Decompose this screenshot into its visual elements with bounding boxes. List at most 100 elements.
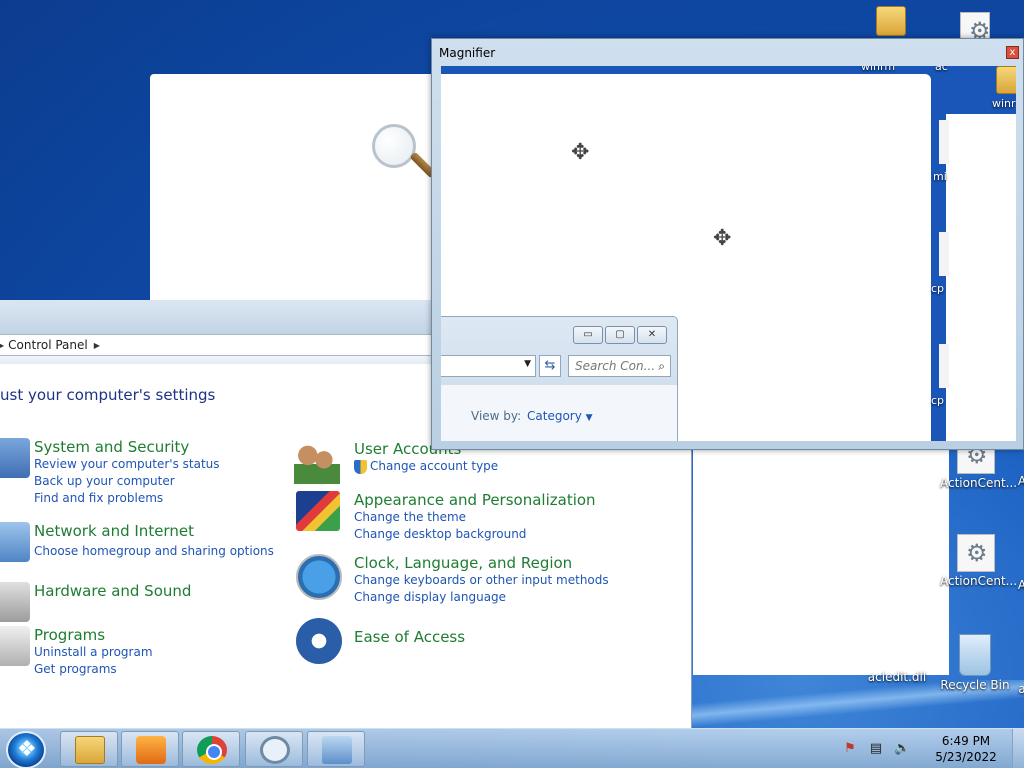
- desktop-icon-partial-a-2[interactable]: A: [1012, 578, 1024, 592]
- magnified-file-icon: [939, 120, 949, 164]
- magnifier-splash-window: [150, 74, 437, 302]
- magnifier-icon: [260, 736, 290, 764]
- link-desktop-background[interactable]: Change desktop background: [354, 526, 596, 543]
- desktop-icon-label: ActionCent...: [940, 574, 1018, 588]
- start-button[interactable]: [6, 731, 46, 768]
- shield-computer-icon[interactable]: [0, 438, 30, 478]
- view-by-label: View by:: [471, 409, 522, 423]
- link-backup[interactable]: Back up your computer: [34, 473, 220, 490]
- clock-time: 6:49 PM: [941, 734, 991, 748]
- category-appearance: Appearance and Personalization Change th…: [296, 491, 596, 543]
- breadcrumb-arrow-icon: ▶: [0, 340, 5, 350]
- magnifier-view[interactable]: winrm ac winr ✥ ✥ mi cp cp ▭ ▢ ✕ ▼ ⇆ Sea…: [441, 66, 1016, 441]
- taskbar-control-panel-button[interactable]: [307, 731, 365, 767]
- chevron-down-icon[interactable]: ▼: [524, 359, 531, 369]
- magnified-window-buttons: ▭ ▢ ✕: [573, 326, 667, 344]
- page-title: ust your computer's settings: [0, 386, 216, 404]
- network-icon[interactable]: ▤: [868, 741, 884, 757]
- desktop-icon-label: Recycle Bin: [940, 678, 1010, 692]
- link-homegroup[interactable]: Choose homegroup and sharing options: [34, 543, 274, 560]
- clock[interactable]: 6:49 PM 5/23/2022: [920, 733, 1012, 765]
- desktop-icon-label: ActionCent...: [940, 476, 1018, 490]
- link-uninstall[interactable]: Uninstall a program: [34, 644, 153, 661]
- category-title-network[interactable]: Network and Internet: [34, 522, 274, 540]
- taskbar-media-player-button[interactable]: [121, 731, 179, 767]
- desktop-icon-label: a: [1018, 682, 1024, 696]
- view-by-category-dropdown[interactable]: Category ▼: [527, 409, 593, 423]
- search-icon[interactable]: ⌕: [658, 359, 665, 374]
- link-change-account-type[interactable]: Change account type: [370, 458, 498, 475]
- printer-speaker-icon[interactable]: [0, 582, 30, 622]
- ease-of-access-icon[interactable]: [296, 618, 342, 664]
- breadcrumb-control-panel[interactable]: Control Panel: [8, 338, 88, 352]
- desktop-icon-actioncenter-2[interactable]: ActionCent...: [940, 534, 1017, 588]
- category-ease-of-access: Ease of Access: [296, 618, 465, 664]
- network-icon[interactable]: [0, 522, 30, 562]
- link-change-account-type-row[interactable]: Change account type: [354, 458, 498, 475]
- desktop-icon-label: A: [1017, 578, 1024, 592]
- move-cursor-icon: ✥: [571, 140, 590, 165]
- magnifier-title: Magnifier: [439, 46, 496, 60]
- category-system-security: System and Security Review your computer…: [0, 438, 220, 507]
- category-title-hardware[interactable]: Hardware and Sound: [34, 582, 191, 600]
- file-icon: [882, 638, 912, 668]
- desktop-icon-partial-a-3[interactable]: a: [1012, 682, 1024, 696]
- category-title-ease[interactable]: Ease of Access: [354, 628, 465, 646]
- mag-label-side: cp: [931, 394, 945, 407]
- recycle-bin-icon: [959, 634, 991, 676]
- desktop-icon-recycle-bin[interactable]: Recycle Bin: [939, 634, 1011, 692]
- volume-icon[interactable]: 🔈: [894, 741, 910, 757]
- desktop-icon-partial-a-1[interactable]: A: [1012, 474, 1024, 488]
- category-network-internet: Network and Internet Choose homegroup an…: [0, 522, 274, 562]
- category-title-appearance[interactable]: Appearance and Personalization: [354, 491, 596, 509]
- taskbar-chrome-button[interactable]: [182, 731, 240, 767]
- mag-label-winr: winr: [992, 97, 1016, 110]
- system-tray: ⚑ ▤ 🔈 6:49 PM 5/23/2022: [842, 729, 1024, 768]
- clock-globe-icon[interactable]: [296, 554, 342, 600]
- maximize-icon[interactable]: ▢: [605, 326, 635, 344]
- category-clock-region: Clock, Language, and Region Change keybo…: [296, 554, 609, 606]
- desktop-icon-acledit[interactable]: acledit.dll: [861, 638, 933, 684]
- close-icon[interactable]: ✕: [637, 326, 667, 344]
- link-display-language[interactable]: Change display language: [354, 589, 609, 606]
- desktop-icon-label: acledit.dll: [867, 670, 927, 684]
- link-change-keyboards[interactable]: Change keyboards or other input methods: [354, 572, 609, 589]
- clock-date: 5/23/2022: [935, 750, 997, 764]
- move-cursor-icon: ✥: [713, 226, 732, 251]
- magnifier-close-button[interactable]: x: [1006, 46, 1019, 59]
- category-programs: Programs Uninstall a program Get program…: [0, 626, 153, 678]
- taskbar-explorer-button[interactable]: [60, 731, 118, 767]
- view-by-value: Category: [527, 409, 582, 423]
- chrome-icon: [197, 736, 227, 764]
- folder-icon: [876, 6, 906, 36]
- file-gear-icon: [957, 534, 995, 572]
- magnified-search-input[interactable]: Search Con... ⌕: [568, 355, 671, 377]
- breadcrumb-arrow-icon[interactable]: ▶: [94, 341, 100, 350]
- refresh-icon[interactable]: ⇆: [539, 355, 561, 377]
- magnified-white-strip: [946, 114, 1016, 441]
- folder-icon: [996, 66, 1016, 94]
- category-title-system-security[interactable]: System and Security: [34, 438, 220, 456]
- mag-label-ac: ac: [935, 66, 948, 73]
- category-title-clock[interactable]: Clock, Language, and Region: [354, 554, 609, 572]
- minimize-icon[interactable]: ▭: [573, 326, 603, 344]
- link-change-theme[interactable]: Change the theme: [354, 509, 596, 526]
- category-title-programs[interactable]: Programs: [34, 626, 153, 644]
- appearance-icon[interactable]: [296, 491, 340, 531]
- taskbar-magnifier-button[interactable]: [245, 731, 303, 767]
- media-player-icon: [136, 736, 166, 764]
- magnifier-lens-icon: [372, 124, 416, 168]
- link-fix-problems[interactable]: Find and fix problems: [34, 490, 220, 507]
- magnified-control-panel-frame: ▭ ▢ ✕ ▼ ⇆ Search Con... ⌕ View by: Categ…: [441, 316, 678, 441]
- programs-icon[interactable]: [0, 626, 30, 666]
- link-review-status[interactable]: Review your computer's status: [34, 456, 220, 473]
- mag-label-side: cp: [931, 282, 945, 295]
- magnified-file-icon: [939, 344, 949, 388]
- link-get-programs[interactable]: Get programs: [34, 661, 153, 678]
- show-desktop-button[interactable]: [1012, 729, 1024, 768]
- magnifier-window[interactable]: Magnifier x winrm ac winr ✥ ✥ mi cp cp ▭…: [431, 38, 1024, 450]
- action-center-flag-icon[interactable]: ⚑: [842, 741, 858, 757]
- magnified-address-bar[interactable]: ▼: [441, 355, 536, 377]
- users-icon[interactable]: [294, 440, 340, 484]
- chevron-down-icon: ▼: [585, 413, 593, 423]
